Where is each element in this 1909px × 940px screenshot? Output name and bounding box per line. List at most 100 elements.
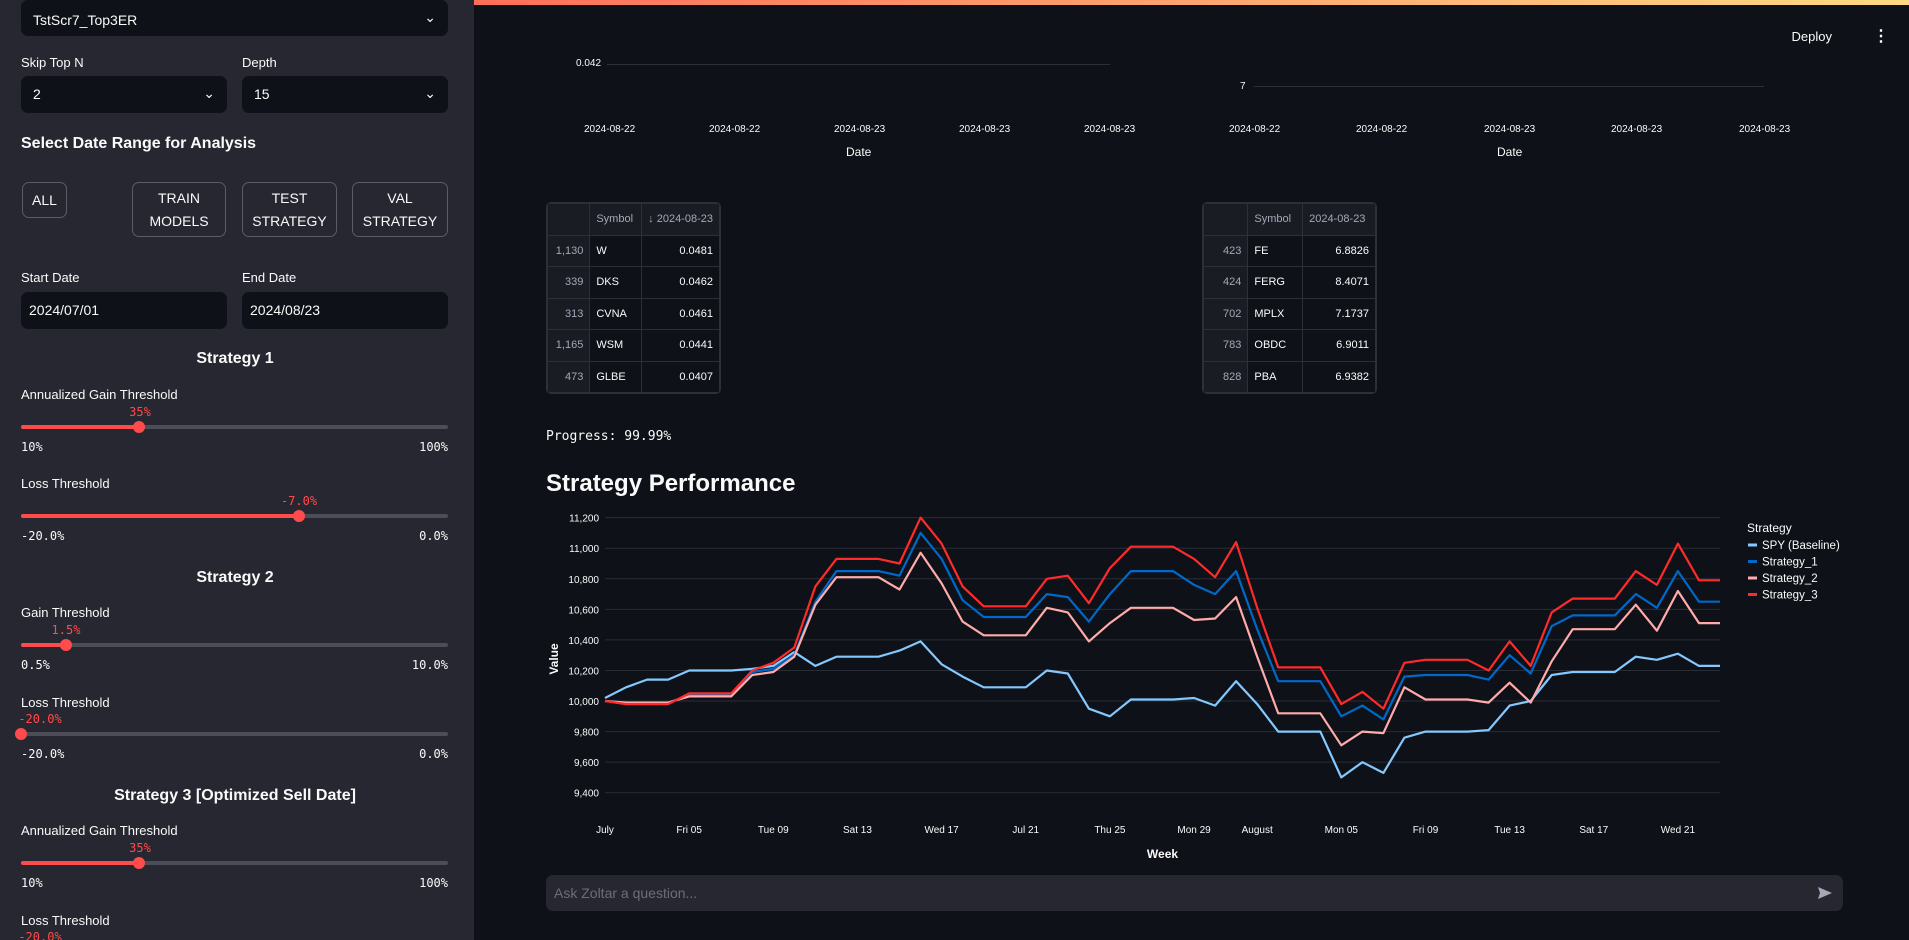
x-tick-label: Fri 09: [1413, 825, 1439, 836]
value-cell: 6.8826: [1302, 234, 1376, 267]
strategy1-loss-min: -20.0%: [21, 529, 65, 543]
table-row[interactable]: 473 GLBE 0.0407: [547, 360, 720, 393]
left-chart-xlabel: Date: [846, 145, 872, 159]
x-tick-label: July: [596, 825, 614, 836]
strategy1-gain-max: 100%: [419, 440, 448, 454]
end-date-input[interactable]: 2024/08/23: [242, 292, 448, 329]
table-header-row: Symbol ↓ 2024-08-23: [547, 203, 720, 236]
right-chart-xtick: 2024-08-22: [1356, 124, 1408, 135]
left-chart-ytick: 0.042: [576, 58, 602, 69]
strategy1-title: Strategy 1: [196, 350, 274, 367]
symbol-header[interactable]: Symbol: [589, 203, 643, 236]
slider-thumb[interactable]: [293, 510, 305, 522]
row-index: 473: [547, 360, 591, 393]
table-row[interactable]: 313 CVNA 0.0461: [547, 297, 720, 330]
y-tick-label: 9,400: [574, 789, 599, 800]
value-cell: 0.0462: [641, 266, 720, 299]
x-tick-label: Fri 05: [676, 825, 702, 836]
vertical-dots-icon[interactable]: ⋮: [1873, 26, 1889, 46]
series-line: [604, 640, 1720, 779]
slider-thumb[interactable]: [60, 639, 72, 651]
chevron-down-icon: ⌄: [203, 85, 215, 101]
index-header: [1203, 203, 1249, 236]
strategy1-gain-min: 10%: [21, 440, 43, 454]
deploy-button[interactable]: Deploy: [1792, 29, 1832, 44]
x-tick-label: Wed 17: [924, 825, 959, 836]
x-tick-label: Mon 29: [1177, 825, 1211, 836]
val-strategy-button[interactable]: VAL STRATEGY: [352, 182, 448, 237]
strategy2-loss-value: -20.0%: [18, 712, 62, 726]
date-header[interactable]: 2024-08-23: [1302, 203, 1376, 236]
strategy-performance-chart[interactable]: 9,400 9,600 9,800 10,000 10,200 10,400 10,600 1…: [540, 505, 1870, 865]
symbol-cell: GLBE: [589, 360, 643, 393]
train-models-button[interactable]: TRAIN MODELS: [132, 182, 226, 237]
model-select[interactable]: TstScr7_Top3ER ⌄: [21, 0, 448, 36]
table-row[interactable]: 783 OBDC 6.9011: [1203, 329, 1376, 362]
series-line: [604, 551, 1720, 747]
table-row[interactable]: 1,165 WSM 0.0441: [547, 329, 720, 362]
table-row[interactable]: 1,130 W 0.0481: [547, 234, 720, 267]
right-dataframe[interactable]: Symbol 2024-08-23 423 FE 6.8826 424 FERG 8.4…: [1202, 202, 1377, 394]
table-row[interactable]: 828 PBA 6.9382: [1203, 360, 1376, 393]
row-index: 702: [1203, 297, 1249, 330]
strategy-performance-title: Strategy Performance: [546, 470, 796, 497]
chat-input[interactable]: [546, 875, 1776, 911]
left-dataframe[interactable]: Symbol ↓ 2024-08-23 1,130 W 0.0481 339 DKS 0…: [546, 202, 721, 394]
end-date-label: End Date: [242, 270, 297, 285]
strategy3-gain-slider[interactable]: [21, 857, 448, 869]
slider-fill: [21, 514, 299, 518]
model-select-value: TstScr7_Top3ER: [33, 12, 138, 28]
series-line: [604, 516, 1720, 710]
strategy2-gain-max: 10.0%: [411, 658, 448, 672]
strategy2-title: Strategy 2: [196, 569, 274, 586]
y-tick-label: 10,800: [568, 575, 599, 586]
all-button[interactable]: ALL: [22, 182, 67, 218]
table-row[interactable]: 423 FE 6.8826: [1203, 234, 1376, 267]
strategy1-gain-slider[interactable]: [21, 421, 448, 433]
slider-thumb[interactable]: [15, 728, 27, 740]
y-tick-label: 11,000: [569, 544, 599, 555]
x-tick-label: Tue 09: [758, 825, 789, 836]
strategy1-loss-slider[interactable]: [21, 510, 448, 522]
value-cell: 8.4071: [1302, 266, 1376, 299]
value-cell: 0.0461: [641, 297, 720, 330]
send-icon[interactable]: [1817, 885, 1833, 901]
y-tick-label: 11,200: [569, 514, 599, 525]
right-chart-gridline: [1254, 86, 1764, 87]
left-chart-gridline: [607, 64, 1110, 65]
symbol-cell: MPLX: [1247, 297, 1304, 330]
row-index: 339: [547, 266, 591, 299]
symbol-header[interactable]: Symbol: [1247, 203, 1304, 236]
chevron-down-icon: ⌄: [424, 9, 436, 25]
test-strategy-button[interactable]: TEST STRATEGY: [242, 182, 337, 237]
start-date-input[interactable]: 2024/07/01: [21, 292, 227, 329]
strategy3-gain-label: Annualized Gain Threshold: [21, 823, 178, 838]
date-header-sorted[interactable]: ↓ 2024-08-23: [641, 203, 720, 236]
right-chart-ytick: 7: [1240, 81, 1246, 92]
left-chart-xtick: 2024-08-23: [959, 124, 1011, 135]
value-cell: 6.9382: [1302, 360, 1376, 393]
symbol-cell: FERG: [1247, 266, 1304, 299]
table-row[interactable]: 702 MPLX 7.1737: [1203, 297, 1376, 330]
strategy2-gain-slider[interactable]: [21, 639, 448, 651]
table-row[interactable]: 339 DKS 0.0462: [547, 266, 720, 299]
symbol-cell: CVNA: [589, 297, 643, 330]
y-axis-label: Value: [547, 643, 561, 675]
sidebar: TstScr7_Top3ER ⌄ Skip Top N 2 ⌄ Depth 15…: [0, 0, 474, 940]
slider-thumb[interactable]: [133, 857, 145, 869]
strategy2-loss-max: 0.0%: [419, 747, 448, 761]
table-row[interactable]: 424 FERG 8.4071: [1203, 266, 1376, 299]
right-chart-xtick: 2024-08-23: [1484, 124, 1536, 135]
depth-select[interactable]: 15 ⌄: [242, 76, 448, 113]
slider-fill: [21, 861, 139, 865]
symbol-cell: OBDC: [1247, 329, 1304, 362]
symbol-cell: PBA: [1247, 360, 1304, 393]
strategy3-gain-max: 100%: [419, 876, 448, 890]
right-chart-xtick: 2024-08-23: [1611, 124, 1663, 135]
skip-top-n-select[interactable]: 2 ⌄: [21, 76, 227, 113]
value-cell: 6.9011: [1302, 329, 1376, 362]
slider-thumb[interactable]: [133, 421, 145, 433]
y-tick-label: 9,800: [574, 728, 599, 739]
date-range-heading: Select Date Range for Analysis: [21, 135, 257, 152]
strategy2-loss-slider[interactable]: [15, 728, 448, 740]
